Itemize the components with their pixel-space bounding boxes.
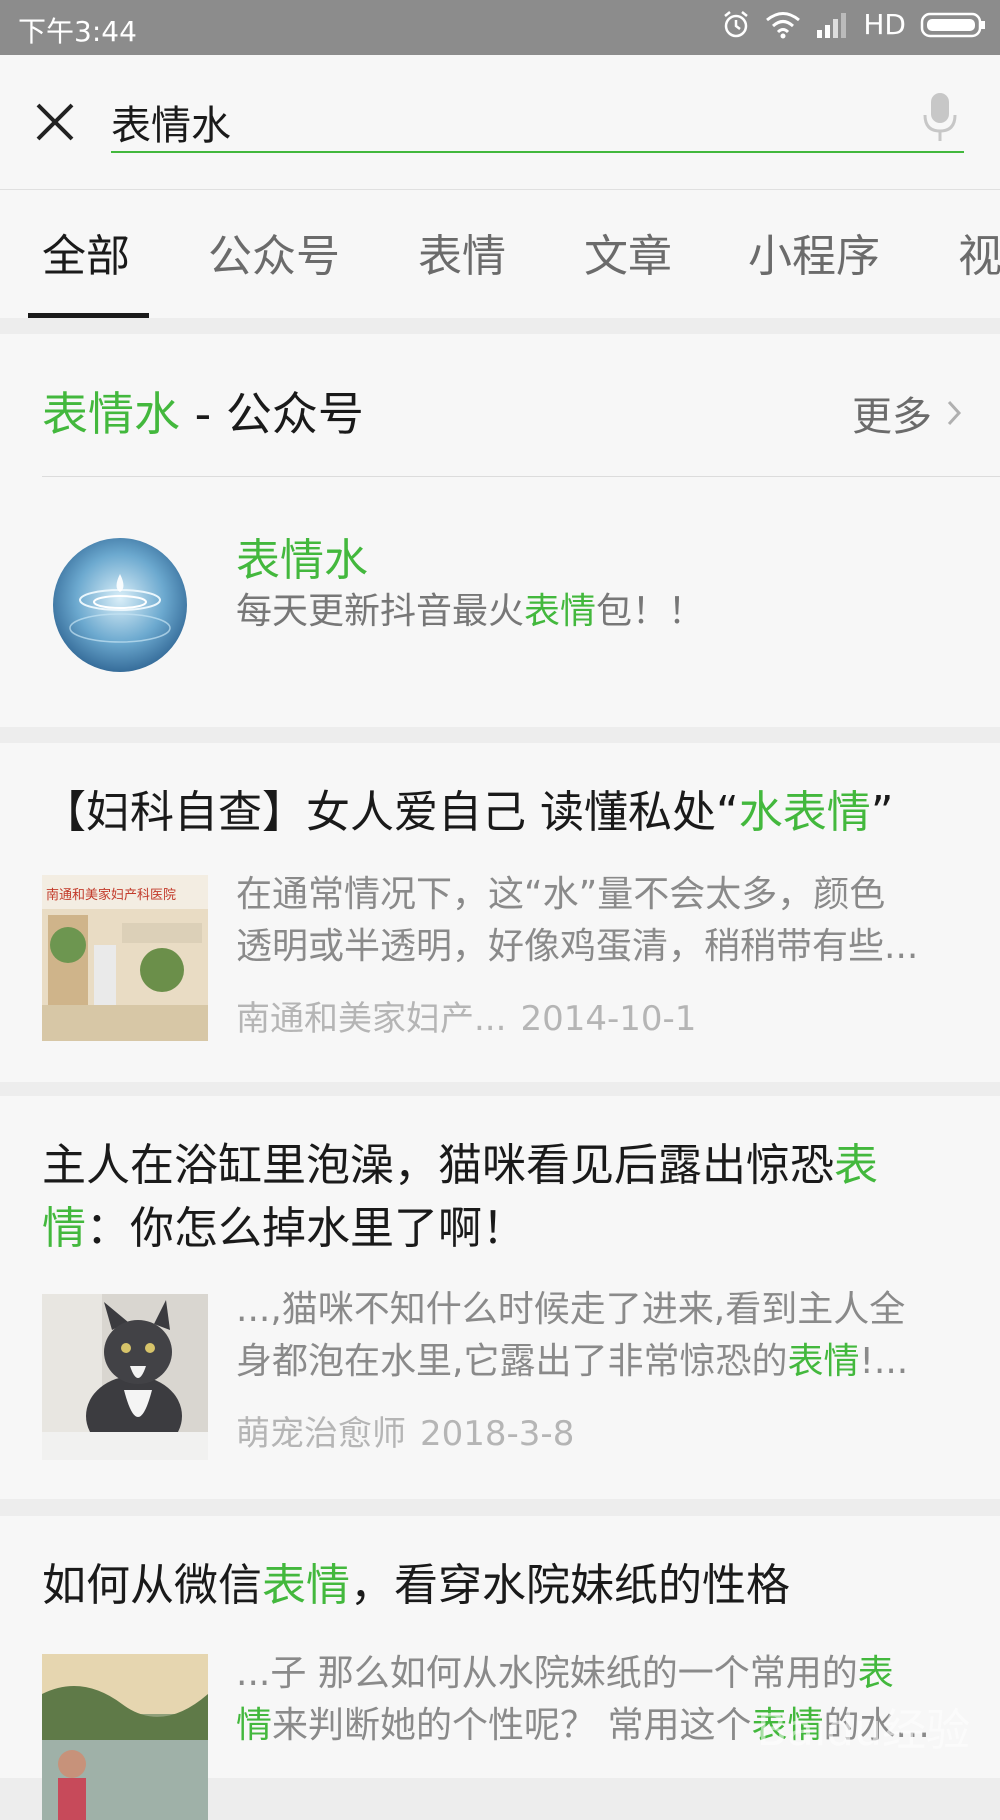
account-avatar[interactable] [53,538,187,672]
tab-all[interactable]: 全部 [42,220,130,284]
signal-icon [817,12,847,38]
tab-official-accounts[interactable]: 公众号 [208,220,340,284]
official-account-section: 表情水 - 公众号 更多 表情水 每天更新抖音最火表情包！！ [0,334,1000,727]
status-time: 下午3:44 [18,15,137,48]
chevron-right-icon [947,400,962,426]
article-title: 主人在浴缸里泡澡，猫咪看见后露出惊恐表情：你怎么掉水里了啊！ [42,1140,878,1254]
article-meta: 萌宠治愈师 2018-3-8 [236,1406,574,1455]
section-title: 表情水 - 公众号 [42,387,364,441]
article-title: 【妇科自查】女人爱自己 读懂私处“水表情” [42,787,894,838]
filter-tabs: 全部 公众号 表情 文章 小程序 视 [0,190,1000,318]
article-date: 2014-10-1 [520,999,697,1039]
article-source: 南通和美家妇产... [236,999,507,1039]
watermark: Baidu经验 [756,1705,970,1756]
article-item[interactable]: 【妇科自查】女人爱自己 读懂私处“水表情” 南通和美家妇产科医院 在通常情况下，… [0,743,1000,1082]
network-label: HD [863,8,906,41]
account-name[interactable]: 表情水 [236,524,368,588]
section-divider [42,476,1000,477]
article-source: 萌宠治愈师 [236,1414,406,1454]
svg-text:南通和美家妇产科医院: 南通和美家妇产科医院 [46,887,176,903]
search-query: 表情水 [111,103,231,149]
article-meta: 南通和美家妇产... 2014-10-1 [236,991,696,1040]
alarm-icon [724,10,749,37]
wifi-icon [766,11,801,38]
active-tab-indicator [28,313,149,318]
article-title: 如何从微信表情，看穿水院妹纸的性格 [42,1560,790,1611]
article-thumbnail: 南通和美家妇产科医院 [42,875,208,1041]
tab-stickers[interactable]: 表情 [418,220,506,284]
close-icon[interactable] [30,97,80,147]
tab-articles[interactable]: 文章 [584,220,672,284]
article-thumbnail [42,1654,208,1820]
tab-videos[interactable]: 视 [958,220,1000,284]
search-bar: 表情水 [0,55,1000,190]
article-item[interactable]: 主人在浴缸里泡澡，猫咪看见后露出惊恐表情：你怎么掉水里了啊！ ...,猫咪不知什… [0,1096,1000,1499]
article-thumbnail [42,1294,208,1460]
battery-icon [920,12,985,37]
article-snippet: ...,猫咪不知什么时候走了进来,看到主人全 身都泡在水里,它露出了非常惊恐的表… [236,1289,909,1382]
tab-mini-programs[interactable]: 小程序 [748,220,880,284]
microphone-icon[interactable] [922,91,958,143]
article-snippet: 在通常情况下，这“水”量不会太多，颜色 透明或半透明，好像鸡蛋清，稍稍带有些..… [236,874,919,967]
more-button[interactable]: 更多 [852,384,962,442]
article-date: 2018-3-8 [420,1414,575,1454]
account-description: 每天更新抖音最火表情包！！ [236,591,705,632]
status-bar: 下午3:44 HD [0,0,1000,55]
search-input[interactable]: 表情水 [111,85,964,153]
